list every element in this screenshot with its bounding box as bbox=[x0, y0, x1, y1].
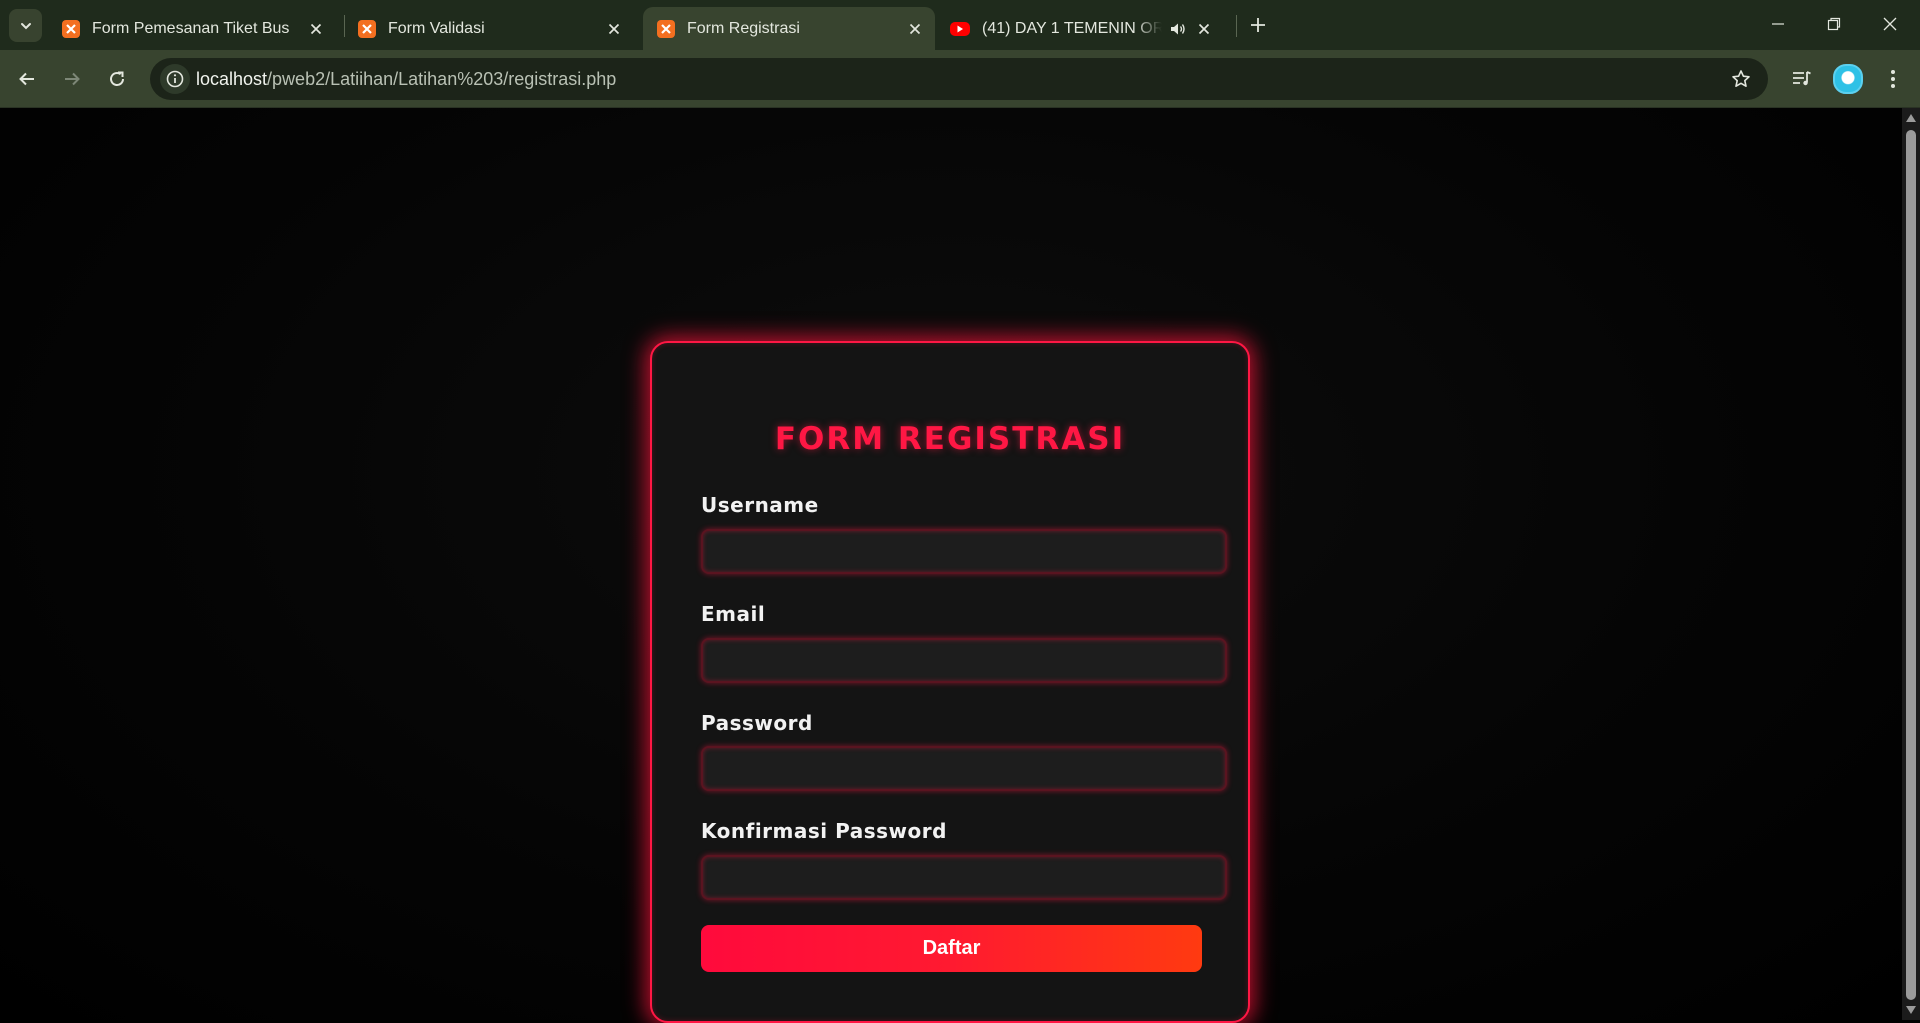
url-path: /pweb2/Latiihan/Latihan%203/registrasi.p… bbox=[267, 69, 617, 89]
tab-title: (41) DAY 1 TEMENIN ORG Y bbox=[982, 19, 1162, 37]
xampp-icon bbox=[657, 19, 675, 38]
close-icon[interactable] bbox=[306, 19, 326, 39]
profile-button[interactable] bbox=[1831, 62, 1865, 96]
more-vert-icon bbox=[1891, 70, 1895, 88]
page-scrollbar[interactable] bbox=[1902, 108, 1920, 1020]
close-icon[interactable] bbox=[905, 19, 925, 39]
confirm-password-input[interactable] bbox=[701, 855, 1227, 900]
forward-button[interactable] bbox=[55, 62, 89, 96]
password-label: Password bbox=[701, 711, 813, 735]
menu-button[interactable] bbox=[1876, 62, 1910, 96]
tab-form-pemesanan[interactable]: Form Pemesanan Tiket Bus bbox=[48, 7, 336, 50]
scroll-down-icon[interactable] bbox=[1906, 1006, 1916, 1014]
address-bar[interactable]: localhost/pweb2/Latiihan/Latihan%203/reg… bbox=[150, 58, 1768, 100]
restore-icon bbox=[1827, 17, 1841, 31]
close-icon[interactable] bbox=[604, 19, 624, 39]
scroll-up-icon[interactable] bbox=[1906, 114, 1916, 122]
arrow-right-icon bbox=[65, 72, 80, 86]
minimize-button[interactable] bbox=[1750, 0, 1806, 48]
chevron-down-icon bbox=[20, 22, 31, 29]
close-icon[interactable] bbox=[1194, 19, 1214, 39]
url-text[interactable]: localhost/pweb2/Latiihan/Latihan%203/reg… bbox=[196, 69, 616, 90]
tab-search-button[interactable] bbox=[9, 9, 42, 42]
registration-form-card: FORM REGISTRASI Username Email Password … bbox=[650, 341, 1250, 1023]
media-controls-button[interactable] bbox=[1785, 62, 1819, 96]
youtube-icon bbox=[950, 21, 970, 36]
url-host: localhost bbox=[196, 69, 268, 89]
tab-title: Form Validasi bbox=[388, 19, 485, 37]
reload-button[interactable] bbox=[100, 62, 134, 96]
page-viewport: FORM REGISTRASI Username Email Password … bbox=[0, 108, 1902, 1023]
tab-separator bbox=[1236, 15, 1237, 37]
password-input[interactable] bbox=[701, 746, 1227, 791]
daftar-button[interactable]: Daftar bbox=[701, 925, 1202, 972]
close-icon bbox=[1883, 17, 1897, 31]
plus-icon bbox=[1251, 18, 1265, 32]
xampp-icon bbox=[358, 19, 376, 38]
back-button[interactable] bbox=[10, 62, 44, 96]
username-label: Username bbox=[701, 493, 819, 517]
bookmark-star-icon[interactable] bbox=[1730, 68, 1752, 90]
scroll-thumb[interactable] bbox=[1906, 130, 1916, 1000]
tab-form-validasi[interactable]: Form Validasi bbox=[344, 7, 634, 50]
username-input[interactable] bbox=[701, 529, 1227, 574]
restore-button[interactable] bbox=[1806, 0, 1862, 48]
site-info-icon[interactable] bbox=[160, 64, 190, 94]
playlist-icon bbox=[1793, 71, 1811, 86]
email-label: Email bbox=[701, 602, 766, 626]
close-window-button[interactable] bbox=[1862, 0, 1918, 48]
reload-icon bbox=[110, 71, 124, 86]
tab-title: Form Pemesanan Tiket Bus bbox=[92, 19, 290, 37]
tab-form-registrasi[interactable]: Form Registrasi bbox=[643, 7, 935, 50]
browser-toolbar: localhost/pweb2/Latiihan/Latihan%203/reg… bbox=[0, 50, 1920, 108]
email-input[interactable] bbox=[701, 638, 1227, 683]
avatar bbox=[1833, 64, 1863, 94]
tab-youtube[interactable]: (41) DAY 1 TEMENIN ORG Y bbox=[936, 7, 1232, 50]
arrow-left-icon bbox=[19, 72, 34, 86]
new-tab-button[interactable] bbox=[1244, 11, 1272, 39]
xampp-icon bbox=[62, 19, 80, 38]
minimize-icon bbox=[1772, 23, 1784, 25]
speaker-icon[interactable] bbox=[1168, 19, 1188, 39]
tab-title: Form Registrasi bbox=[687, 19, 800, 37]
confirm-password-label: Konfirmasi Password bbox=[701, 819, 947, 843]
form-title: FORM REGISTRASI bbox=[774, 421, 1126, 457]
browser-tab-strip: Form Pemesanan Tiket Bus Form Validasi F… bbox=[0, 0, 1920, 50]
